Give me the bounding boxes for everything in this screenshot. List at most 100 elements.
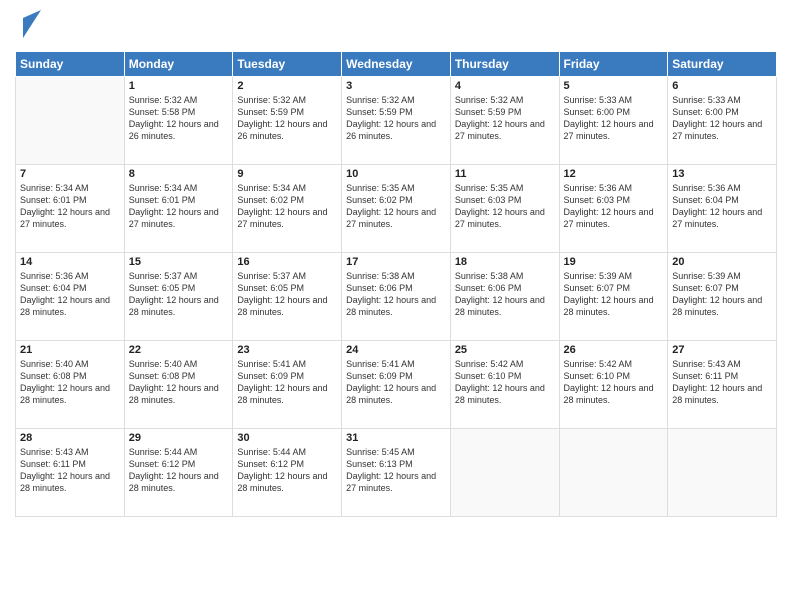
calendar-cell: 19 Sunrise: 5:39 AM Sunset: 6:07 PM Dayli…	[559, 253, 668, 341]
day-info: Sunrise: 5:43 AM Sunset: 6:11 PM Dayligh…	[672, 358, 772, 407]
calendar-cell: 3Sunrise: 5:32 AM Sunset: 5:59 PM Daylig…	[342, 77, 451, 165]
day-number: 28	[20, 432, 120, 444]
calendar-cell: 29Sunrise: 5:44 AM Sunset: 6:12 PM Dayli…	[124, 429, 233, 517]
calendar-cell	[668, 429, 777, 517]
calendar-week-1: 1 Sunrise: 5:32 AM Sunset: 5:58 PM Daylig…	[16, 77, 777, 165]
day-number: 11	[455, 168, 555, 180]
day-number: 1	[129, 80, 229, 92]
day-number: 26	[564, 344, 664, 356]
calendar-header-sunday: Sunday	[16, 52, 125, 77]
page: SundayMondayTuesdayWednesdayThursdayFrid…	[0, 0, 792, 612]
day-info: Sunrise: 5:44 AM Sunset: 6:12 PM Dayligh…	[237, 446, 337, 495]
day-number: 17	[346, 256, 446, 268]
calendar-cell: 16 Sunrise: 5:37 AM Sunset: 6:05 PM Dayli…	[233, 253, 342, 341]
day-number: 14	[20, 256, 120, 268]
logo	[15, 10, 41, 43]
day-number: 2	[237, 80, 337, 92]
day-info: Sunrise: 5:34 AM Sunset: 6:01 PM Dayligh…	[20, 182, 120, 231]
calendar-cell: 25 Sunrise: 5:42 AM Sunset: 6:10 PM Dayli…	[450, 341, 559, 429]
day-number: 25	[455, 344, 555, 356]
day-info: Sunrise: 5:44 AM Sunset: 6:12 PM Dayligh…	[129, 446, 229, 495]
logo-icon	[19, 10, 41, 43]
day-number: 3	[346, 80, 446, 92]
day-info: Sunrise: 5:36 AM Sunset: 6:03 PM Dayligh…	[564, 182, 664, 231]
day-number: 13	[672, 168, 772, 180]
calendar-cell: 6 Sunrise: 5:33 AM Sunset: 6:00 PM Daylig…	[668, 77, 777, 165]
calendar-cell	[559, 429, 668, 517]
day-number: 20	[672, 256, 772, 268]
calendar-cell: 1 Sunrise: 5:32 AM Sunset: 5:58 PM Daylig…	[124, 77, 233, 165]
day-number: 16	[237, 256, 337, 268]
day-info: Sunrise: 5:45 AM Sunset: 6:13 PM Dayligh…	[346, 446, 446, 495]
day-number: 10	[346, 168, 446, 180]
calendar-cell: 10 Sunrise: 5:35 AM Sunset: 6:02 PM Dayli…	[342, 165, 451, 253]
calendar-cell: 5 Sunrise: 5:33 AM Sunset: 6:00 PM Daylig…	[559, 77, 668, 165]
day-number: 24	[346, 344, 446, 356]
calendar-cell: 7 Sunrise: 5:34 AM Sunset: 6:01 PM Daylig…	[16, 165, 125, 253]
calendar-header-thursday: Thursday	[450, 52, 559, 77]
calendar-cell: 31 Sunrise: 5:45 AM Sunset: 6:13 PM Dayli…	[342, 429, 451, 517]
day-info: Sunrise: 5:37 AM Sunset: 6:05 PM Dayligh…	[129, 270, 229, 319]
day-number: 31	[346, 432, 446, 444]
day-number: 21	[20, 344, 120, 356]
day-info: Sunrise: 5:36 AM Sunset: 6:04 PM Dayligh…	[672, 182, 772, 231]
calendar-cell: 8Sunrise: 5:34 AM Sunset: 6:01 PM Daylig…	[124, 165, 233, 253]
day-info: Sunrise: 5:38 AM Sunset: 6:06 PM Dayligh…	[346, 270, 446, 319]
day-number: 30	[237, 432, 337, 444]
day-number: 15	[129, 256, 229, 268]
calendar-cell: 12 Sunrise: 5:36 AM Sunset: 6:03 PM Dayli…	[559, 165, 668, 253]
calendar-header-wednesday: Wednesday	[342, 52, 451, 77]
calendar-cell: 2 Sunrise: 5:32 AM Sunset: 5:59 PM Daylig…	[233, 77, 342, 165]
day-info: Sunrise: 5:34 AM Sunset: 6:02 PM Dayligh…	[237, 182, 337, 231]
calendar-cell	[16, 77, 125, 165]
day-number: 6	[672, 80, 772, 92]
day-number: 27	[672, 344, 772, 356]
calendar-week-2: 7 Sunrise: 5:34 AM Sunset: 6:01 PM Daylig…	[16, 165, 777, 253]
day-info: Sunrise: 5:38 AM Sunset: 6:06 PM Dayligh…	[455, 270, 555, 319]
day-number: 8	[129, 168, 229, 180]
calendar-cell: 13 Sunrise: 5:36 AM Sunset: 6:04 PM Dayli…	[668, 165, 777, 253]
calendar-cell: 4 Sunrise: 5:32 AM Sunset: 5:59 PM Daylig…	[450, 77, 559, 165]
calendar-cell	[450, 429, 559, 517]
day-info: Sunrise: 5:35 AM Sunset: 6:02 PM Dayligh…	[346, 182, 446, 231]
day-info: Sunrise: 5:43 AM Sunset: 6:11 PM Dayligh…	[20, 446, 120, 495]
day-info: Sunrise: 5:42 AM Sunset: 6:10 PM Dayligh…	[564, 358, 664, 407]
day-info: Sunrise: 5:33 AM Sunset: 6:00 PM Dayligh…	[672, 94, 772, 143]
calendar-cell: 9 Sunrise: 5:34 AM Sunset: 6:02 PM Daylig…	[233, 165, 342, 253]
calendar-week-5: 28 Sunrise: 5:43 AM Sunset: 6:11 PM Dayli…	[16, 429, 777, 517]
day-info: Sunrise: 5:39 AM Sunset: 6:07 PM Dayligh…	[564, 270, 664, 319]
day-number: 22	[129, 344, 229, 356]
day-info: Sunrise: 5:37 AM Sunset: 6:05 PM Dayligh…	[237, 270, 337, 319]
day-number: 9	[237, 168, 337, 180]
calendar-cell: 20 Sunrise: 5:39 AM Sunset: 6:07 PM Dayli…	[668, 253, 777, 341]
day-number: 5	[564, 80, 664, 92]
calendar-cell: 23Sunrise: 5:41 AM Sunset: 6:09 PM Dayli…	[233, 341, 342, 429]
day-info: Sunrise: 5:33 AM Sunset: 6:00 PM Dayligh…	[564, 94, 664, 143]
calendar-cell: 24 Sunrise: 5:41 AM Sunset: 6:09 PM Dayli…	[342, 341, 451, 429]
calendar-header-friday: Friday	[559, 52, 668, 77]
calendar-week-4: 21 Sunrise: 5:40 AM Sunset: 6:08 PM Dayli…	[16, 341, 777, 429]
calendar-cell: 22 Sunrise: 5:40 AM Sunset: 6:08 PM Dayli…	[124, 341, 233, 429]
day-info: Sunrise: 5:40 AM Sunset: 6:08 PM Dayligh…	[20, 358, 120, 407]
calendar-header-saturday: Saturday	[668, 52, 777, 77]
day-number: 4	[455, 80, 555, 92]
day-info: Sunrise: 5:40 AM Sunset: 6:08 PM Dayligh…	[129, 358, 229, 407]
header	[15, 10, 777, 43]
calendar-header-row: SundayMondayTuesdayWednesdayThursdayFrid…	[16, 52, 777, 77]
day-info: Sunrise: 5:32 AM Sunset: 5:59 PM Dayligh…	[237, 94, 337, 143]
calendar-cell: 14Sunrise: 5:36 AM Sunset: 6:04 PM Dayli…	[16, 253, 125, 341]
day-info: Sunrise: 5:32 AM Sunset: 5:59 PM Dayligh…	[455, 94, 555, 143]
calendar-cell: 18Sunrise: 5:38 AM Sunset: 6:06 PM Dayli…	[450, 253, 559, 341]
day-number: 19	[564, 256, 664, 268]
day-info: Sunrise: 5:32 AM Sunset: 5:58 PM Dayligh…	[129, 94, 229, 143]
day-info: Sunrise: 5:42 AM Sunset: 6:10 PM Dayligh…	[455, 358, 555, 407]
calendar-cell: 27 Sunrise: 5:43 AM Sunset: 6:11 PM Dayli…	[668, 341, 777, 429]
day-info: Sunrise: 5:41 AM Sunset: 6:09 PM Dayligh…	[346, 358, 446, 407]
calendar-week-3: 14Sunrise: 5:36 AM Sunset: 6:04 PM Dayli…	[16, 253, 777, 341]
day-number: 12	[564, 168, 664, 180]
day-info: Sunrise: 5:39 AM Sunset: 6:07 PM Dayligh…	[672, 270, 772, 319]
day-number: 7	[20, 168, 120, 180]
calendar-header-tuesday: Tuesday	[233, 52, 342, 77]
calendar-table: SundayMondayTuesdayWednesdayThursdayFrid…	[15, 51, 777, 517]
calendar-cell: 30 Sunrise: 5:44 AM Sunset: 6:12 PM Dayli…	[233, 429, 342, 517]
